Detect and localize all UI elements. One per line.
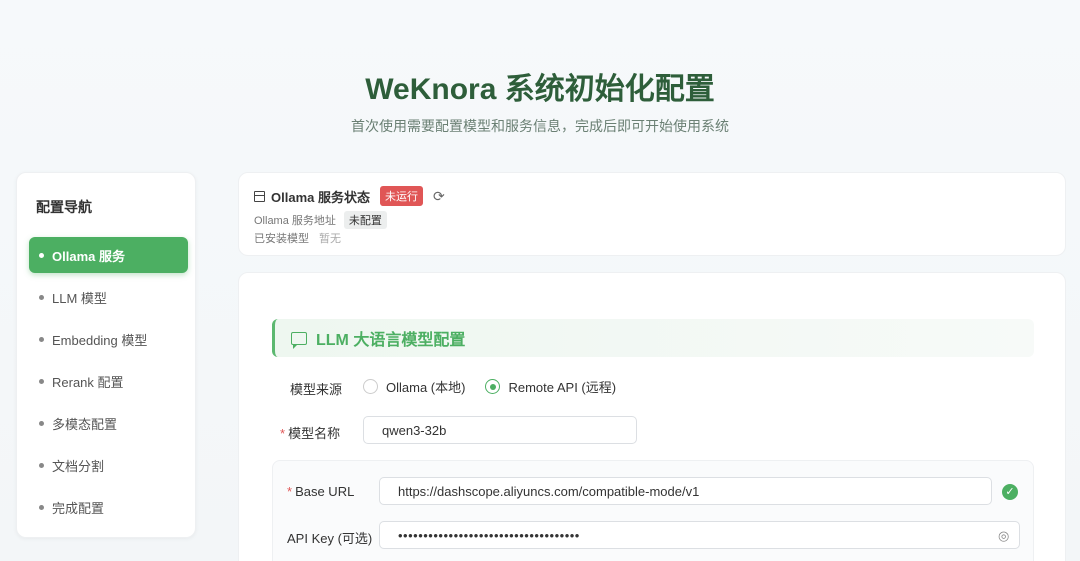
sidebar-item-finish[interactable]: 完成配置 — [29, 489, 188, 525]
sidebar-item-label: LLM 模型 — [52, 290, 107, 306]
sidebar-item-rerank[interactable]: Rerank 配置 — [29, 363, 188, 399]
server-icon — [254, 190, 265, 202]
sidebar-item-doc-split[interactable]: 文档分割 — [29, 447, 188, 483]
config-sidebar: 配置导航 Ollama 服务 LLM 模型 Embedding 模型 Reran… — [16, 172, 196, 538]
check-circle-icon: ✓ — [1002, 484, 1018, 500]
page-subtitle: 首次使用需要配置模型和服务信息，完成后即可开始使用系统 — [351, 118, 729, 134]
api-key-label: API Key (可选) — [287, 531, 373, 546]
sidebar-item-label: 完成配置 — [52, 500, 105, 516]
llm-config-card: LLM 大语言模型配置 模型来源 Ollama (本地) Remote API … — [238, 272, 1066, 561]
eye-off-icon[interactable]: ◎ — [998, 528, 1009, 544]
radio-remote-api[interactable]: Remote API (远程) — [485, 377, 616, 396]
bullet-icon — [39, 504, 44, 510]
sidebar-item-ollama[interactable]: Ollama 服务 — [29, 237, 188, 273]
status-header: Ollama 服务状态 未运行 ⟳ — [254, 186, 445, 206]
status-badge: 未运行 — [379, 186, 423, 206]
sidebar-item-embedding[interactable]: Embedding 模型 — [29, 321, 188, 357]
model-name-input[interactable] — [363, 416, 637, 444]
sidebar-title: 配置导航 — [36, 199, 92, 215]
sidebar-item-llm[interactable]: LLM 模型 — [29, 279, 188, 315]
status-title: Ollama 服务状态 — [271, 189, 370, 205]
remote-api-panel: *Base URL ✓ API Key (可选) ◎ — [272, 460, 1034, 561]
radio-circle-checked[interactable] — [485, 379, 501, 394]
required-mark: * — [280, 426, 286, 441]
sidebar-item-label: 多模态配置 — [52, 416, 118, 432]
bullet-icon — [39, 252, 44, 258]
llm-section-header: LLM 大语言模型配置 — [272, 319, 1034, 357]
model-name-label: * 模型名称 — [280, 423, 340, 442]
base-url-label: * Base URL — [287, 484, 354, 499]
address-row: Ollama 服务地址 未配置 — [254, 211, 387, 229]
bullet-icon — [39, 378, 44, 384]
radio-circle[interactable] — [363, 379, 378, 394]
base-url-label-text: Base URL — [295, 484, 355, 499]
sidebar-item-label: 文档分割 — [52, 458, 105, 474]
radio-label: Ollama (本地) — [386, 380, 466, 395]
radio-label: Remote API (远程) — [508, 380, 617, 395]
bullet-icon — [39, 336, 44, 342]
refresh-icon[interactable]: ⟳ — [433, 188, 445, 205]
bullet-icon — [39, 294, 44, 300]
address-value-badge: 未配置 — [343, 211, 387, 229]
models-row: 已安装模型 暂无 — [254, 230, 341, 246]
llm-section-title: LLM 大语言模型配置 — [316, 332, 466, 349]
bullet-icon — [39, 462, 44, 468]
ollama-status-card: Ollama 服务状态 未运行 ⟳ Ollama 服务地址 未配置 已安装模型 … — [238, 172, 1066, 256]
source-radio-group: Ollama (本地) Remote API (远程) — [363, 377, 636, 396]
nav-list: Ollama 服务 LLM 模型 Embedding 模型 Rerank 配置 … — [29, 237, 188, 531]
model-name-label-text: 模型名称 — [288, 426, 341, 441]
base-url-input[interactable] — [379, 477, 992, 505]
page-title: WeKnora 系统初始化配置 — [365, 73, 715, 106]
models-label: 已安装模型 — [254, 233, 309, 245]
bullet-icon — [39, 420, 44, 426]
sidebar-item-label: Ollama 服务 — [52, 248, 125, 264]
chat-icon — [291, 331, 307, 349]
address-label: Ollama 服务地址 — [254, 215, 336, 227]
sidebar-item-label: Rerank 配置 — [52, 374, 124, 390]
radio-ollama-local[interactable]: Ollama (本地) — [363, 377, 465, 396]
required-mark: * — [287, 484, 293, 499]
models-value: 暂无 — [319, 233, 341, 245]
sidebar-item-label: Embedding 模型 — [52, 332, 148, 348]
api-key-input[interactable] — [379, 521, 1020, 549]
sidebar-item-multimodal[interactable]: 多模态配置 — [29, 405, 188, 441]
source-label: 模型来源 — [290, 382, 343, 397]
